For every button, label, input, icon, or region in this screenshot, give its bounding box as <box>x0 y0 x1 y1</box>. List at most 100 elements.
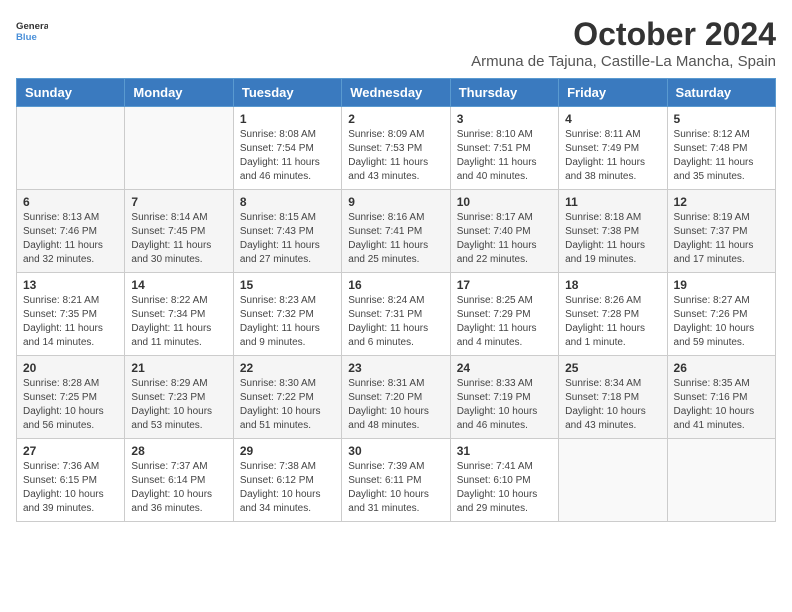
calendar-body: 1 Sunrise: 8:08 AM Sunset: 7:54 PM Daylig… <box>17 107 776 522</box>
day-number: 28 <box>131 444 226 458</box>
day-number: 3 <box>457 112 552 126</box>
calendar-day-cell: 20Sunrise: 8:28 AM Sunset: 7:25 PM Dayli… <box>17 356 125 439</box>
day-info: Sunrise: 7:37 AM Sunset: 6:14 PM Dayligh… <box>131 460 226 516</box>
day-number: 6 <box>23 195 118 209</box>
calendar-day-cell: 25Sunrise: 8:34 AM Sunset: 7:18 PM Dayli… <box>559 356 667 439</box>
calendar-header-cell: Tuesday <box>233 79 341 107</box>
calendar-header-row: SundayMondayTuesdayWednesdayThursdayFrid… <box>17 79 776 107</box>
day-number: 1 <box>240 112 335 126</box>
calendar-day-cell: 22Sunrise: 8:30 AM Sunset: 7:22 PM Dayli… <box>233 356 341 439</box>
day-info: Sunrise: 8:31 AM Sunset: 7:20 PM Dayligh… <box>348 377 443 433</box>
day-number: 2 <box>348 112 443 126</box>
day-info: Sunrise: 7:36 AM Sunset: 6:15 PM Dayligh… <box>23 460 118 516</box>
day-number: 22 <box>240 361 335 375</box>
calendar-day-cell: 15 Sunrise: 8:23 AM Sunset: 7:32 PM Dayli… <box>233 273 341 356</box>
calendar-day-cell: 30Sunrise: 7:39 AM Sunset: 6:11 PM Dayli… <box>342 439 450 522</box>
day-info: Sunrise: 8:33 AM Sunset: 7:19 PM Dayligh… <box>457 377 552 433</box>
calendar-header-cell: Wednesday <box>342 79 450 107</box>
day-number: 21 <box>131 361 226 375</box>
day-info: Sunrise: 8:24 AM Sunset: 7:31 PM Dayligh… <box>348 294 443 350</box>
day-number: 19 <box>674 278 769 292</box>
calendar-day-cell: 21Sunrise: 8:29 AM Sunset: 7:23 PM Dayli… <box>125 356 233 439</box>
calendar-day-cell: 10Sunrise: 8:17 AM Sunset: 7:40 PM Dayli… <box>450 190 558 273</box>
day-number: 20 <box>23 361 118 375</box>
day-number: 4 <box>565 112 660 126</box>
calendar-day-cell: 6 Sunrise: 8:13 AM Sunset: 7:46 PM Daylig… <box>17 190 125 273</box>
calendar-day-cell <box>559 439 667 522</box>
svg-text:Blue: Blue <box>16 32 37 43</box>
calendar-day-cell: 16 Sunrise: 8:24 AM Sunset: 7:31 PM Dayli… <box>342 273 450 356</box>
day-number: 15 <box>240 278 335 292</box>
calendar-day-cell: 3 Sunrise: 8:10 AM Sunset: 7:51 PM Daylig… <box>450 107 558 190</box>
day-number: 31 <box>457 444 552 458</box>
day-info: Sunrise: 8:15 AM Sunset: 7:43 PM Dayligh… <box>240 211 335 267</box>
day-info: Sunrise: 8:26 AM Sunset: 7:28 PM Dayligh… <box>565 294 660 350</box>
calendar-week-row: 27 Sunrise: 7:36 AM Sunset: 6:15 PM Dayli… <box>17 439 776 522</box>
calendar-day-cell: 12Sunrise: 8:19 AM Sunset: 7:37 PM Dayli… <box>667 190 775 273</box>
day-info: Sunrise: 8:11 AM Sunset: 7:49 PM Dayligh… <box>565 128 660 184</box>
calendar-day-cell <box>125 107 233 190</box>
day-info: Sunrise: 8:27 AM Sunset: 7:26 PM Dayligh… <box>674 294 769 350</box>
day-info: Sunrise: 8:21 AM Sunset: 7:35 PM Dayligh… <box>23 294 118 350</box>
svg-text:General: General <box>16 21 48 32</box>
day-number: 26 <box>674 361 769 375</box>
day-info: Sunrise: 7:41 AM Sunset: 6:10 PM Dayligh… <box>457 460 552 516</box>
calendar-day-cell: 2 Sunrise: 8:09 AM Sunset: 7:53 PM Daylig… <box>342 107 450 190</box>
calendar-day-cell: 31 Sunrise: 7:41 AM Sunset: 6:10 PM Dayli… <box>450 439 558 522</box>
day-number: 10 <box>457 195 552 209</box>
calendar-table: SundayMondayTuesdayWednesdayThursdayFrid… <box>16 78 776 522</box>
calendar-week-row: 1 Sunrise: 8:08 AM Sunset: 7:54 PM Daylig… <box>17 107 776 190</box>
calendar-week-row: 13 Sunrise: 8:21 AM Sunset: 7:35 PM Dayli… <box>17 273 776 356</box>
calendar-header-cell: Thursday <box>450 79 558 107</box>
day-info: Sunrise: 8:13 AM Sunset: 7:46 PM Dayligh… <box>23 211 118 267</box>
calendar-header-cell: Friday <box>559 79 667 107</box>
day-info: Sunrise: 8:10 AM Sunset: 7:51 PM Dayligh… <box>457 128 552 184</box>
logo: General Blue <box>16 16 48 48</box>
calendar-day-cell: 18Sunrise: 8:26 AM Sunset: 7:28 PM Dayli… <box>559 273 667 356</box>
day-number: 13 <box>23 278 118 292</box>
day-info: Sunrise: 8:08 AM Sunset: 7:54 PM Dayligh… <box>240 128 335 184</box>
day-number: 8 <box>240 195 335 209</box>
calendar-day-cell <box>17 107 125 190</box>
calendar-day-cell: 23Sunrise: 8:31 AM Sunset: 7:20 PM Dayli… <box>342 356 450 439</box>
calendar-day-cell: 11Sunrise: 8:18 AM Sunset: 7:38 PM Dayli… <box>559 190 667 273</box>
day-number: 17 <box>457 278 552 292</box>
day-info: Sunrise: 8:23 AM Sunset: 7:32 PM Dayligh… <box>240 294 335 350</box>
calendar-header-cell: Saturday <box>667 79 775 107</box>
month-title: October 2024 <box>471 16 776 53</box>
calendar-day-cell <box>667 439 775 522</box>
day-number: 24 <box>457 361 552 375</box>
calendar-header-cell: Monday <box>125 79 233 107</box>
calendar-week-row: 20Sunrise: 8:28 AM Sunset: 7:25 PM Dayli… <box>17 356 776 439</box>
day-info: Sunrise: 8:14 AM Sunset: 7:45 PM Dayligh… <box>131 211 226 267</box>
calendar-day-cell: 4 Sunrise: 8:11 AM Sunset: 7:49 PM Daylig… <box>559 107 667 190</box>
day-number: 30 <box>348 444 443 458</box>
logo-icon: General Blue <box>16 16 48 48</box>
day-number: 25 <box>565 361 660 375</box>
day-info: Sunrise: 7:38 AM Sunset: 6:12 PM Dayligh… <box>240 460 335 516</box>
day-number: 7 <box>131 195 226 209</box>
day-number: 5 <box>674 112 769 126</box>
day-number: 27 <box>23 444 118 458</box>
calendar-day-cell: 19 Sunrise: 8:27 AM Sunset: 7:26 PM Dayli… <box>667 273 775 356</box>
day-info: Sunrise: 8:12 AM Sunset: 7:48 PM Dayligh… <box>674 128 769 184</box>
calendar-day-cell: 26Sunrise: 8:35 AM Sunset: 7:16 PM Dayli… <box>667 356 775 439</box>
day-info: Sunrise: 8:09 AM Sunset: 7:53 PM Dayligh… <box>348 128 443 184</box>
calendar-day-cell: 5 Sunrise: 8:12 AM Sunset: 7:48 PM Daylig… <box>667 107 775 190</box>
calendar-day-cell: 14Sunrise: 8:22 AM Sunset: 7:34 PM Dayli… <box>125 273 233 356</box>
day-info: Sunrise: 8:22 AM Sunset: 7:34 PM Dayligh… <box>131 294 226 350</box>
day-number: 29 <box>240 444 335 458</box>
calendar-day-cell: 29 Sunrise: 7:38 AM Sunset: 6:12 PM Dayli… <box>233 439 341 522</box>
location-title: Armuna de Tajuna, Castille-La Mancha, Sp… <box>471 53 776 70</box>
day-number: 16 <box>348 278 443 292</box>
day-info: Sunrise: 8:19 AM Sunset: 7:37 PM Dayligh… <box>674 211 769 267</box>
calendar-day-cell: 1 Sunrise: 8:08 AM Sunset: 7:54 PM Daylig… <box>233 107 341 190</box>
day-info: Sunrise: 8:16 AM Sunset: 7:41 PM Dayligh… <box>348 211 443 267</box>
calendar-day-cell: 17Sunrise: 8:25 AM Sunset: 7:29 PM Dayli… <box>450 273 558 356</box>
calendar-week-row: 6 Sunrise: 8:13 AM Sunset: 7:46 PM Daylig… <box>17 190 776 273</box>
calendar-day-cell: 9Sunrise: 8:16 AM Sunset: 7:41 PM Daylig… <box>342 190 450 273</box>
page-header: General Blue October 2024 Armuna de Taju… <box>16 16 776 70</box>
title-block: October 2024 Armuna de Tajuna, Castille-… <box>471 16 776 70</box>
calendar-day-cell: 24 Sunrise: 8:33 AM Sunset: 7:19 PM Dayli… <box>450 356 558 439</box>
calendar-day-cell: 13 Sunrise: 8:21 AM Sunset: 7:35 PM Dayli… <box>17 273 125 356</box>
